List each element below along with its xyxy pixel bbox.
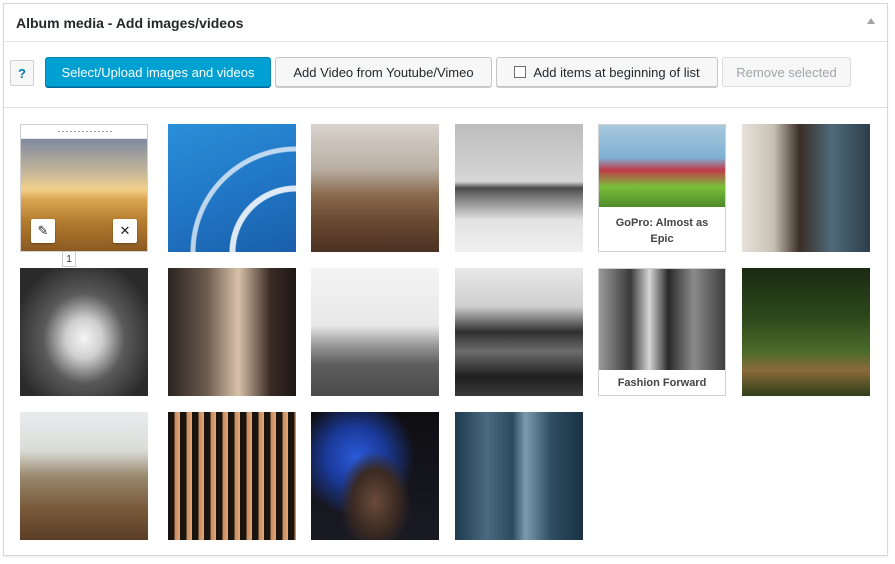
album-media-panel: Album media - Add images/videos ? Select… <box>3 3 888 556</box>
media-thumbnail <box>168 124 296 252</box>
media-thumbnail <box>455 412 583 540</box>
media-thumbnail <box>455 124 583 252</box>
order-number-badge: 1 <box>62 251 76 267</box>
media-thumbnail <box>20 412 148 540</box>
media-item-pier-underneath[interactable] <box>168 412 296 540</box>
media-item-dining-room[interactable] <box>311 124 439 252</box>
remove-x-icon[interactable]: ✕ <box>113 219 137 243</box>
media-thumbnail <box>168 412 296 540</box>
video-thumbnail <box>599 269 725 370</box>
collapse-arrow-icon[interactable] <box>867 18 875 24</box>
media-grid: ✎ ✕ GoPro: Almost as Epic Fashion Forwar… <box>20 124 880 544</box>
add-at-beginning-label: Add items at beginning of list <box>533 64 700 80</box>
media-item-woman-wine[interactable] <box>168 268 296 396</box>
panel-title: Album media - Add images/videos <box>16 15 244 31</box>
media-toolbar: ? Select/Upload images and videos Add Vi… <box>4 42 887 108</box>
media-item-city-buildings[interactable] <box>455 412 583 540</box>
media-item-gopro-video[interactable]: GoPro: Almost as Epic <box>598 124 726 252</box>
remove-selected-button[interactable]: Remove selected <box>722 57 851 87</box>
select-upload-button[interactable]: Select/Upload images and videos <box>45 57 271 87</box>
media-item-valley-hiker[interactable] <box>20 412 148 540</box>
media-item-arched-hall[interactable] <box>20 268 148 396</box>
media-thumbnail <box>311 268 439 396</box>
media-item-photographer-beach[interactable] <box>311 268 439 396</box>
media-item-ferris-wheel[interactable] <box>168 124 296 252</box>
media-item-feather-headdress[interactable] <box>311 412 439 540</box>
video-caption: GoPro: Almost as Epic <box>615 217 709 245</box>
media-item-fashion-video[interactable]: Fashion Forward <box>598 268 726 396</box>
media-item-sunset-field[interactable]: ✎ ✕ <box>20 124 148 252</box>
media-thumbnail <box>168 268 296 396</box>
help-button[interactable]: ? <box>10 60 34 86</box>
media-thumbnail <box>311 124 439 252</box>
video-caption: Fashion Forward <box>617 377 707 389</box>
add-video-youtube-vimeo-button[interactable]: Add Video from Youtube/Vimeo <box>275 57 492 87</box>
panel-header: Album media - Add images/videos <box>4 4 887 42</box>
media-item-pagoda-gate[interactable] <box>455 124 583 252</box>
media-thumbnail <box>311 412 439 540</box>
drag-handle[interactable] <box>21 125 147 139</box>
media-item-reading-woman[interactable] <box>742 124 870 252</box>
media-thumbnail <box>742 268 870 396</box>
media-thumbnail <box>455 268 583 396</box>
edit-pencil-icon[interactable]: ✎ <box>31 219 55 243</box>
video-thumbnail <box>599 125 725 207</box>
add-at-beginning-toggle[interactable]: Add items at beginning of list <box>496 57 718 87</box>
media-thumbnail <box>742 124 870 252</box>
media-thumbnail <box>20 268 148 396</box>
media-item-coastline[interactable] <box>455 268 583 396</box>
add-at-beginning-checkbox[interactable] <box>514 66 527 78</box>
media-item-deer-forest[interactable] <box>742 268 870 396</box>
